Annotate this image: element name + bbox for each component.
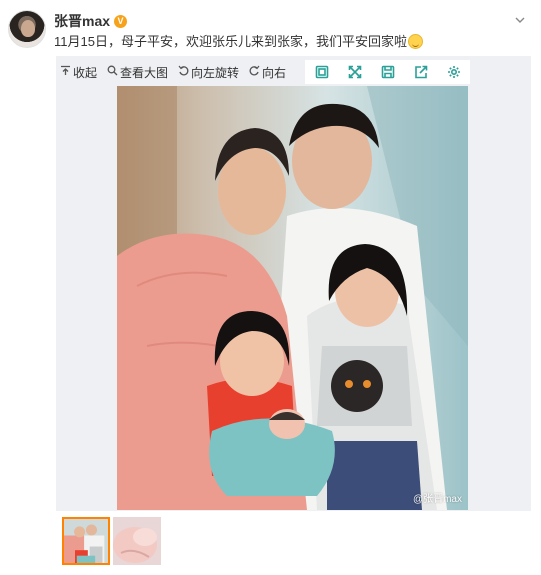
chevron-down-icon[interactable] [513,14,527,28]
expand-icon[interactable] [347,64,363,80]
zoom-icon [107,65,118,79]
avatar[interactable] [8,10,46,48]
settings-icon[interactable] [446,64,462,80]
rotate-left-icon [178,65,189,79]
thumbnail-1[interactable] [62,517,110,565]
collapse-button[interactable]: 收起 [60,64,97,81]
save-icon[interactable] [380,64,396,80]
rotate-right-label: 向右 [262,65,287,80]
share-icon[interactable] [413,64,429,80]
image-toolbar: 收起 查看大图 向左旋转 向右 [60,60,286,84]
verified-icon: V [114,14,128,28]
view-large-label: 查看大图 [120,65,169,80]
rotate-right-button[interactable]: 向右 [249,64,286,81]
rotate-left-label: 向左旋转 [191,65,240,80]
family-photo [117,86,468,510]
photo-watermark: @张晋max [412,494,462,505]
rotate-right-icon [249,65,260,79]
collapse-icon [60,65,71,79]
smile-emoji-icon [407,34,423,49]
frame-icon[interactable] [314,64,330,80]
view-large-button[interactable]: 查看大图 [107,64,168,81]
image-action-bar [305,60,470,84]
username-row: 张晋max V [54,11,128,31]
main-photo[interactable]: @张晋max [117,86,468,510]
post-body: 11月15日，母子平安，欢迎张乐儿来到张家，我们平安回家啦 [54,34,407,49]
rotate-left-button[interactable]: 向左旋转 [178,64,239,81]
weibo-post: 张晋max V 11月15日，母子平安，欢迎张乐儿来到张家，我们平安回家啦 收起… [0,0,541,575]
thumbnail-strip [62,517,161,565]
avatar-face [21,20,35,37]
collapse-label: 收起 [73,65,98,80]
thumbnail-2[interactable] [113,517,161,565]
username[interactable]: 张晋max [54,11,110,31]
post-text: 11月15日，母子平安，欢迎张乐儿来到张家，我们平安回家啦 [54,33,423,51]
